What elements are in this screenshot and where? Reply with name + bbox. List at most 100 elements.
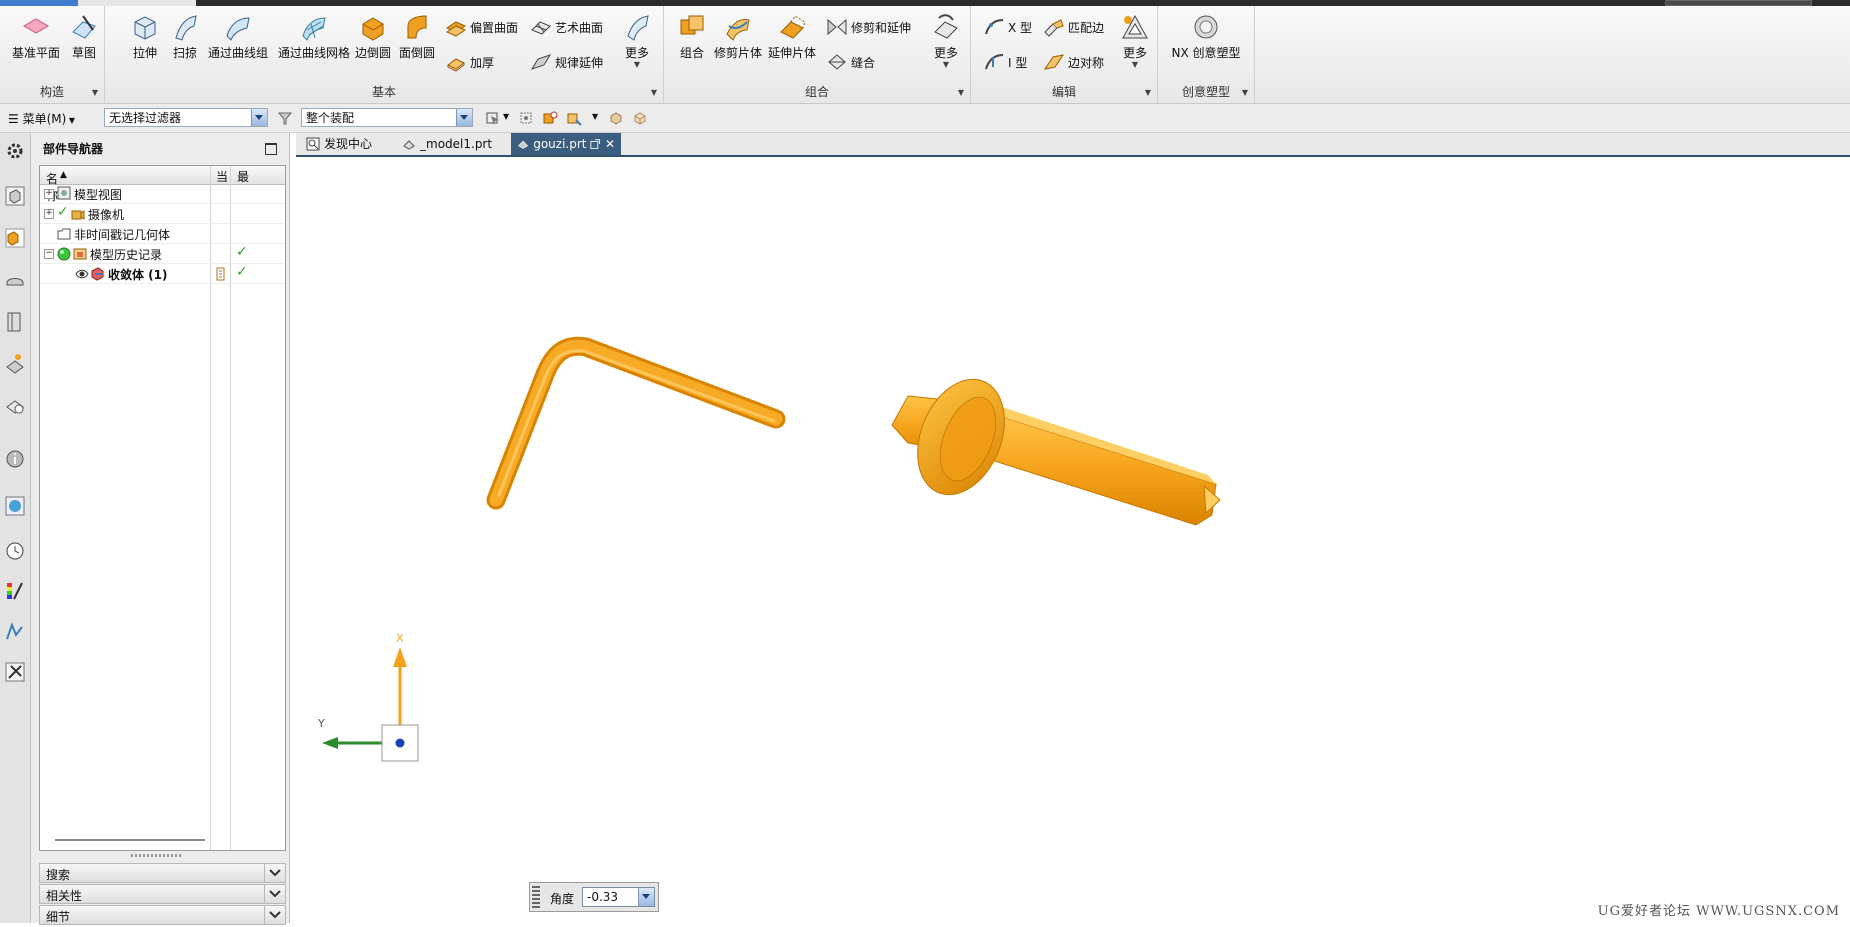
column-current-header[interactable]: 当 [216,168,228,185]
trim-extend-label: 修剪和延伸 [851,20,912,35]
expand-icon[interactable]: + [44,209,54,219]
tree-row-model-views[interactable]: + 模型视图 [40,184,285,204]
trim-sheet-button[interactable]: 修剪片体 [712,12,764,61]
section-search[interactable]: 搜索 [39,863,286,883]
nx-realize-shape-button[interactable]: NX 创意塑型 [1168,12,1244,61]
select-body-icon[interactable] [566,110,582,126]
tree-row-non-timestamp[interactable]: 非时间戳记几何体 [40,224,285,244]
edit-more-button[interactable]: 更多 ▼ [1117,12,1153,69]
thicken-button[interactable]: 加厚 [445,51,494,73]
through-curve-mesh-button[interactable]: 通过曲线网格 [275,12,353,61]
extend-sheet-button[interactable]: 延伸片体 [766,12,818,61]
group-construct-label: 构造 [39,85,64,99]
combine-button[interactable]: 组合 [672,12,712,61]
trim-extend-button[interactable]: 修剪和延伸 [826,16,911,38]
section-dependencies-label: 相关性 [46,889,83,903]
group-combine-dropdown[interactable]: ▼ [958,88,964,97]
filter-icon[interactable] [277,110,293,126]
chevron-down-icon[interactable] [264,864,285,882]
history-icon[interactable] [4,393,26,417]
tab-gouzi[interactable]: gouzi.prt ✕ [511,133,621,155]
x-form-button[interactable]: X 型 [983,16,1032,38]
tree-row-convergent-body[interactable]: 收敛体 (1) ✓ [40,264,285,284]
angle-dropdown-icon[interactable] [638,888,654,906]
section-dependencies[interactable]: 相关性 [39,884,286,904]
select-mode-icon[interactable] [485,110,501,126]
match-edge-icon [1044,19,1064,37]
group-construct-dropdown[interactable]: ▼ [92,88,98,97]
match-edge-button[interactable]: 匹配边 [1043,16,1104,38]
sketch-button[interactable]: 草图 [66,12,102,61]
face-blend-button[interactable]: 面倒圆 [395,12,439,61]
clock-icon[interactable] [4,539,26,563]
web-browser-icon[interactable] [4,351,26,375]
hd3d-tools-icon[interactable] [4,309,26,333]
chevron-down-icon[interactable] [264,885,285,903]
drag-grip-icon[interactable] [532,886,540,908]
sew-button[interactable]: 缝合 [826,51,875,73]
section-details[interactable]: 细节 [39,905,286,925]
i-form-button[interactable]: I 型 [983,51,1027,73]
column-latest-header[interactable]: 最 [237,168,249,185]
group-creative-dropdown[interactable]: ▼ [1242,88,1248,97]
reuse-library-icon[interactable] [4,267,26,291]
selection-scope-dropdown-icon[interactable] [456,109,472,126]
menu-button[interactable]: ☰ 菜单(M) ▼ [8,110,75,127]
visibility-eye-icon[interactable] [75,268,89,280]
x-form-label: X 型 [1008,20,1033,35]
extrude-label: 拉伸 [132,46,157,60]
close-icon[interactable]: ✕ [605,133,615,155]
settings-gear-icon[interactable] [4,139,26,163]
law-extension-button[interactable]: 规律延伸 [530,51,603,73]
offset-surface-button[interactable]: 偏置曲面 [445,16,518,38]
tools-icon[interactable] [4,659,26,683]
undock-icon[interactable] [590,138,601,150]
tree-row-model-history[interactable]: − 模型历史记录 ✓ [40,244,285,264]
basic-more-button[interactable]: 更多 ▼ [619,12,655,69]
expand-icon[interactable]: + [44,189,54,199]
select-mode-chevron-icon[interactable]: ▼ [503,112,509,121]
horizontal-scrollbar[interactable] [55,839,205,841]
sweep-icon [175,15,197,41]
through-curve-mesh-label: 通过曲线网格 [277,46,350,60]
sweep-button[interactable]: 扫掠 [165,12,205,61]
group-edit: X 型 匹配边 I 型 边对称 更多 ▼ 编辑 ▼ [971,6,1158,103]
show-hide-icon[interactable] [608,110,624,126]
assembly-navigator-icon[interactable] [4,183,26,207]
select-body-chevron-icon[interactable]: ▼ [592,112,598,121]
model-3d[interactable] [296,157,1850,923]
latest-check-icon: ✓ [236,244,248,260]
group-edit-dropdown[interactable]: ▼ [1145,88,1151,97]
select-feature-icon[interactable] [542,110,558,126]
extrude-button[interactable]: 拉伸 [125,12,165,61]
graphics-window[interactable]: X Y 角度 -0.33 UG爱好者论坛 WWW.UGSNX.COM [296,157,1850,923]
angle-field[interactable]: -0.33 [582,887,655,907]
info-icon[interactable] [4,447,26,471]
collapse-icon[interactable]: − [44,249,54,259]
system-materials-icon[interactable] [4,493,26,517]
studio-surface-button[interactable]: 艺术曲面 [530,16,603,38]
combine-more-button[interactable]: 更多 ▼ [928,12,964,69]
tab-discovery-center[interactable]: 发现中心 [300,133,390,155]
sketch-icon [72,15,96,39]
type-filter-combo[interactable]: 无选择过滤器 [104,108,268,127]
sweep-label: 扫掠 [172,46,197,60]
chevron-down-icon[interactable] [264,906,285,924]
snap-point-icon[interactable] [518,110,534,126]
tab-model1[interactable]: _model1.prt [396,133,506,155]
tree-row-cameras[interactable]: + ✓ 摄像机 [40,204,285,224]
datum-plane-button[interactable]: 基准平面 [8,12,64,61]
analysis-icon[interactable] [4,619,26,643]
offset-surface-label: 偏置曲面 [470,20,519,35]
wireframe-icon[interactable] [632,110,648,126]
edge-blend-button[interactable]: 边倒圆 [351,12,395,61]
group-basic-dropdown[interactable]: ▼ [651,88,657,97]
through-curves-button[interactable]: 通过曲线组 [205,12,271,61]
type-filter-dropdown-icon[interactable] [251,109,267,126]
maximize-icon[interactable] [265,143,277,155]
panel-splitter[interactable] [131,854,181,857]
edge-symmetry-button[interactable]: 边对称 [1043,51,1104,73]
selection-scope-combo[interactable]: 整个装配 [301,108,473,127]
color-palette-icon[interactable] [4,579,26,603]
part-navigator-icon[interactable] [4,225,26,249]
